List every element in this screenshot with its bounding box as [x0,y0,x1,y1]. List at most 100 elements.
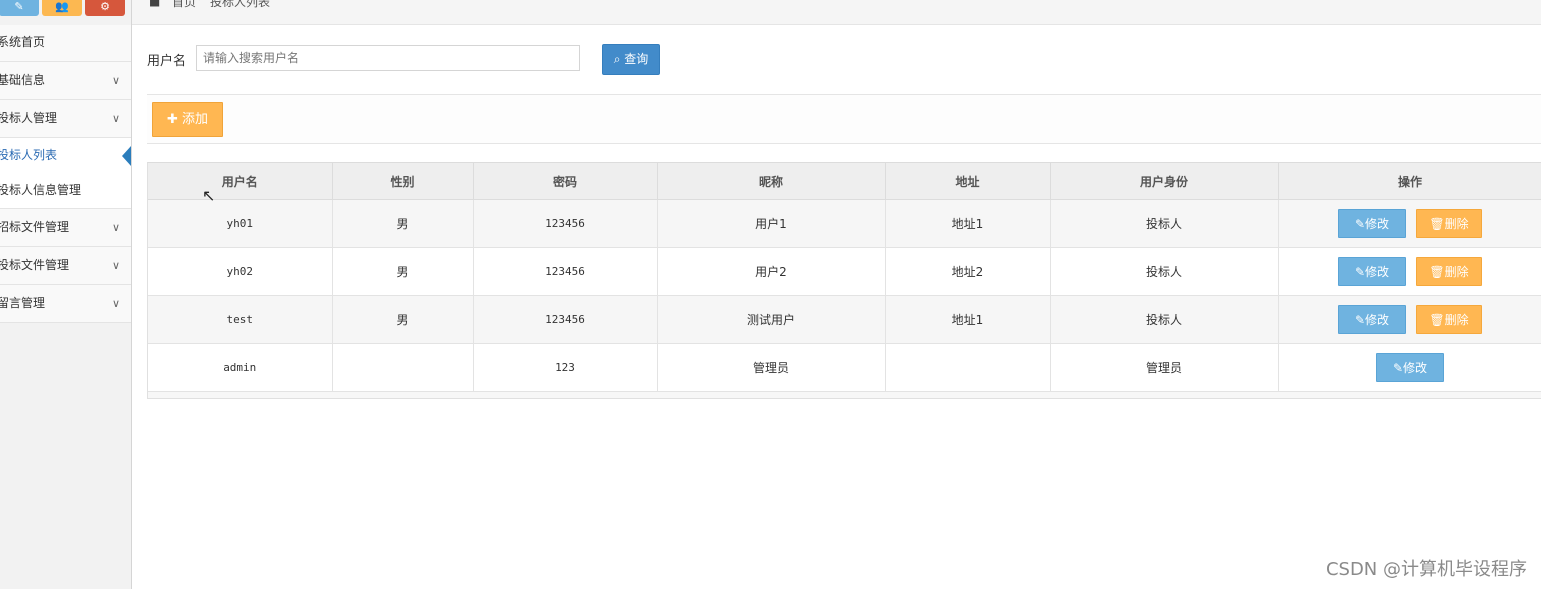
sidebar-item-tender-docs[interactable]: 招标文件管理 ∨ [0,209,131,247]
plus-icon: ✚ [166,112,178,127]
cell-password: 123456 [473,199,658,248]
sidebar-item-label: 基础信息 [0,73,46,87]
sidebar-item-label: 招标文件管理 [0,220,70,234]
cell-gender: 男 [332,247,474,296]
cell-gender: 男 [332,295,474,344]
cell-address [885,343,1051,392]
cell-nickname: 用户2 [657,247,886,296]
search-button[interactable]: ⌕ 查询 [602,44,660,75]
edit-label: 修改 [1365,265,1390,279]
pencil-icon[interactable]: ✎ [0,0,39,16]
cell-address: 地址2 [885,247,1051,296]
edit-button[interactable]: ✎修改 [1376,353,1444,382]
cell-username: yh01 [148,199,333,248]
cell-password: 123 [473,343,658,392]
delete-button[interactable]: 🗑删除 [1416,257,1482,286]
chevron-down-icon: ∨ [111,221,120,234]
search-label: 用户名 [147,54,187,69]
sidebar: ✎ 👥 ⚙ 系统首页 基础信息 ∨ 投标人管理 ∨ 投标人列表 投标人信息管理 … [0,0,132,589]
breadcrumb-home[interactable]: 首页 [172,0,196,10]
toolbar: ✚ 添加 [147,94,1541,144]
cell-actions: ✎修改 [1278,343,1541,392]
search-input[interactable] [196,45,580,71]
sidebar-item-basic-info[interactable]: 基础信息 ∨ [0,62,131,100]
sidebar-item-messages[interactable]: 留言管理 ∨ [0,285,131,323]
cell-role: 投标人 [1050,199,1279,248]
header-password[interactable]: 密码 [473,163,658,200]
header-role[interactable]: 用户身份 [1050,163,1279,200]
cell-username: yh02 [148,247,333,296]
delete-label: 删除 [1444,217,1469,231]
breadcrumb-current: 投标人列表 [210,0,271,9]
cell-address: 地址1 [885,295,1051,344]
sidebar-item-home[interactable]: 系统首页 [0,25,131,62]
sidebar-shortcuts: ✎ 👥 ⚙ [0,0,131,17]
delete-button[interactable]: 🗑删除 [1416,305,1482,334]
mouse-cursor-icon: ↖ [202,186,216,205]
header-actions: 操作 [1278,163,1541,200]
sidebar-item-label: 留言管理 [0,296,46,310]
edit-button[interactable]: ✎修改 [1338,257,1406,286]
cell-gender [332,343,474,392]
cell-role: 投标人 [1050,247,1279,296]
edit-icon: ✎ [1354,313,1366,327]
edit-label: 修改 [1365,313,1390,327]
sidebar-item-label: 系统首页 [0,35,46,49]
add-button[interactable]: ✚ 添加 [152,102,223,137]
cell-nickname: 测试用户 [657,295,886,344]
edit-label: 修改 [1403,361,1428,375]
add-button-label: 添加 [182,112,209,127]
header-address[interactable]: 地址 [885,163,1051,200]
active-indicator [122,146,131,166]
cell-password: 123456 [473,295,658,344]
cell-username: test [148,295,333,344]
sidebar-item-bidder-management[interactable]: 投标人管理 ∨ [0,100,131,138]
edit-icon: ✎ [1354,217,1366,231]
header-gender[interactable]: 性别 [332,163,474,200]
sidebar-item-label: 投标人管理 [0,111,58,125]
breadcrumb: ■ 首页 › 投标人列表 [132,0,1541,25]
chevron-down-icon: ∨ [111,259,120,272]
sidebar-subitem-label: 投标人信息管理 [0,183,82,197]
cell-nickname: 用户1 [657,199,886,248]
cell-password: 123456 [473,247,658,296]
search-button-label: 查询 [624,52,649,66]
edit-button[interactable]: ✎修改 [1338,305,1406,334]
users-icon[interactable]: 👥 [42,0,82,16]
cell-actions: ✎修改 🗑删除 [1278,199,1541,248]
edit-label: 修改 [1365,217,1390,231]
data-table-container: 用户名 性别 密码 昵称 地址 用户身份 操作 yh01 男 123456 用户… [147,162,1541,399]
cell-actions: ✎修改 🗑删除 [1278,247,1541,296]
trash-icon: 🗑 [1429,313,1445,327]
home-icon[interactable]: ■ [149,0,160,8]
sidebar-subitem-label: 投标人列表 [0,148,58,162]
chevron-down-icon: ∨ [111,112,120,125]
sidebar-subitem-bidder-info[interactable]: 投标人信息管理 [0,173,131,208]
breadcrumb-separator-icon: › [198,0,202,4]
chevron-down-icon: ∨ [111,297,120,310]
delete-label: 删除 [1444,265,1469,279]
sidebar-subitem-bidder-list[interactable]: 投标人列表 [0,138,131,173]
table-row: test 男 123456 测试用户 地址1 投标人 ✎修改 🗑删除 [148,295,1541,344]
delete-button[interactable]: 🗑删除 [1416,209,1482,238]
cell-gender: 男 [332,199,474,248]
cell-actions: ✎修改 🗑删除 [1278,295,1541,344]
cell-nickname: 管理员 [657,343,886,392]
table-header-row: 用户名 性别 密码 昵称 地址 用户身份 操作 [148,163,1541,200]
cell-role: 投标人 [1050,295,1279,344]
data-table: 用户名 性别 密码 昵称 地址 用户身份 操作 yh01 男 123456 用户… [148,163,1541,392]
table-row: admin 123 管理员 管理员 ✎修改 [148,343,1541,392]
cell-address: 地址1 [885,199,1051,248]
cell-username: admin [148,343,333,392]
edit-button[interactable]: ✎修改 [1338,209,1406,238]
delete-label: 删除 [1444,313,1469,327]
sidebar-item-bid-docs[interactable]: 投标文件管理 ∨ [0,247,131,285]
sidebar-nav: 系统首页 基础信息 ∨ 投标人管理 ∨ 投标人列表 投标人信息管理 招标文件管理… [0,25,131,323]
cell-role: 管理员 [1050,343,1279,392]
cogs-icon[interactable]: ⚙ [85,0,125,16]
trash-icon: 🗑 [1429,217,1445,231]
table-row: yh01 男 123456 用户1 地址1 投标人 ✎修改 🗑删除 [148,199,1541,248]
search-icon: ⌕ [613,52,621,66]
header-username[interactable]: 用户名 [148,163,333,200]
header-nickname[interactable]: 昵称 [657,163,886,200]
